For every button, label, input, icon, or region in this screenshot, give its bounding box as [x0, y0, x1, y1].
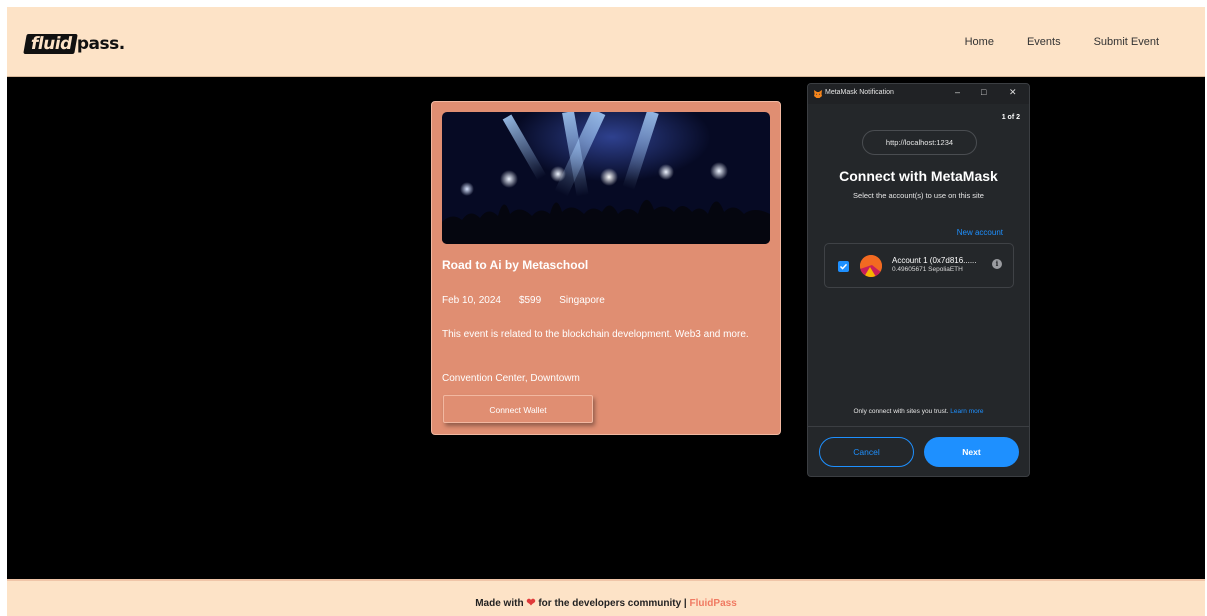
event-meta: Feb 10, 2024 $599 Singapore	[442, 295, 605, 306]
trust-notice: Only connect with sites you trust. Learn…	[808, 408, 1029, 415]
account-checkbox[interactable]	[838, 261, 849, 272]
maximize-icon[interactable]: □	[981, 87, 986, 97]
cancel-button[interactable]: Cancel	[819, 437, 914, 467]
connect-heading: Connect with MetaMask	[839, 168, 998, 184]
navbar: fluid pass. Home Events Submit Event	[7, 7, 1205, 77]
nav-submit-event-link[interactable]: Submit Event	[1094, 36, 1159, 48]
event-city: Singapore	[559, 295, 605, 306]
event-venue: Convention Center, Downtowm	[442, 373, 580, 384]
event-date: Feb 10, 2024	[442, 295, 501, 306]
next-button[interactable]: Next	[924, 437, 1019, 467]
close-icon[interactable]: ✕	[1009, 87, 1017, 98]
nav-home-link[interactable]: Home	[965, 36, 994, 48]
browser-viewport: fluid pass. Home Events Submit Event Roa…	[7, 7, 1205, 616]
fluidpass-logo[interactable]: fluid pass.	[23, 33, 125, 55]
footer-brand-link[interactable]: FluidPass	[690, 598, 737, 609]
event-title: Road to Ai by Metaschool	[442, 258, 589, 272]
page-footer: Made with ❤ for the developers community…	[7, 579, 1205, 616]
logo-pass-text: pass.	[76, 34, 125, 54]
metamask-fox-icon	[814, 90, 822, 98]
crowd-silhouette	[442, 199, 770, 244]
footer-suffix: for the developers community |	[538, 598, 687, 609]
learn-more-link[interactable]: Learn more	[950, 408, 983, 415]
nav-links: Home Events Submit Event	[965, 36, 1159, 48]
footer-prefix: Made with	[475, 598, 524, 609]
account-avatar	[860, 255, 882, 277]
page-indicator: 1 of 2	[1001, 114, 1020, 121]
metamask-window-title: MetaMask Notification	[825, 89, 894, 96]
event-image	[442, 112, 770, 244]
trust-text: Only connect with sites you trust.	[853, 408, 949, 415]
logo-fluid-text: fluid	[23, 34, 78, 54]
new-account-link[interactable]: New account	[957, 228, 1003, 237]
event-description: This event is related to the blockchain …	[442, 329, 749, 340]
nav-events-link[interactable]: Events	[1027, 36, 1061, 48]
connect-subheading: Select the account(s) to use on this sit…	[853, 191, 984, 200]
checkmark-icon	[839, 263, 848, 270]
metamask-notification-window: MetaMask Notification – □ ✕ 1 of 2 http:…	[807, 83, 1030, 477]
metamask-titlebar: MetaMask Notification – □ ✕	[808, 84, 1029, 104]
minimize-icon[interactable]: –	[955, 87, 960, 97]
event-price: $599	[518, 295, 542, 306]
connect-wallet-button[interactable]: Connect Wallet	[443, 395, 593, 423]
heart-icon: ❤	[526, 597, 536, 609]
site-origin-pill: http://localhost:1234	[862, 130, 977, 155]
account-balance: 0.49605671 SepoliaETH	[892, 266, 963, 273]
account-row[interactable]: Account 1 (0x7d816...... 0.49605671 Sepo…	[824, 243, 1014, 288]
info-icon[interactable]: i	[992, 259, 1002, 269]
footer-divider	[808, 426, 1029, 427]
event-card: Road to Ai by Metaschool Feb 10, 2024 $5…	[431, 101, 781, 435]
account-name: Account 1 (0x7d816......	[892, 256, 977, 265]
